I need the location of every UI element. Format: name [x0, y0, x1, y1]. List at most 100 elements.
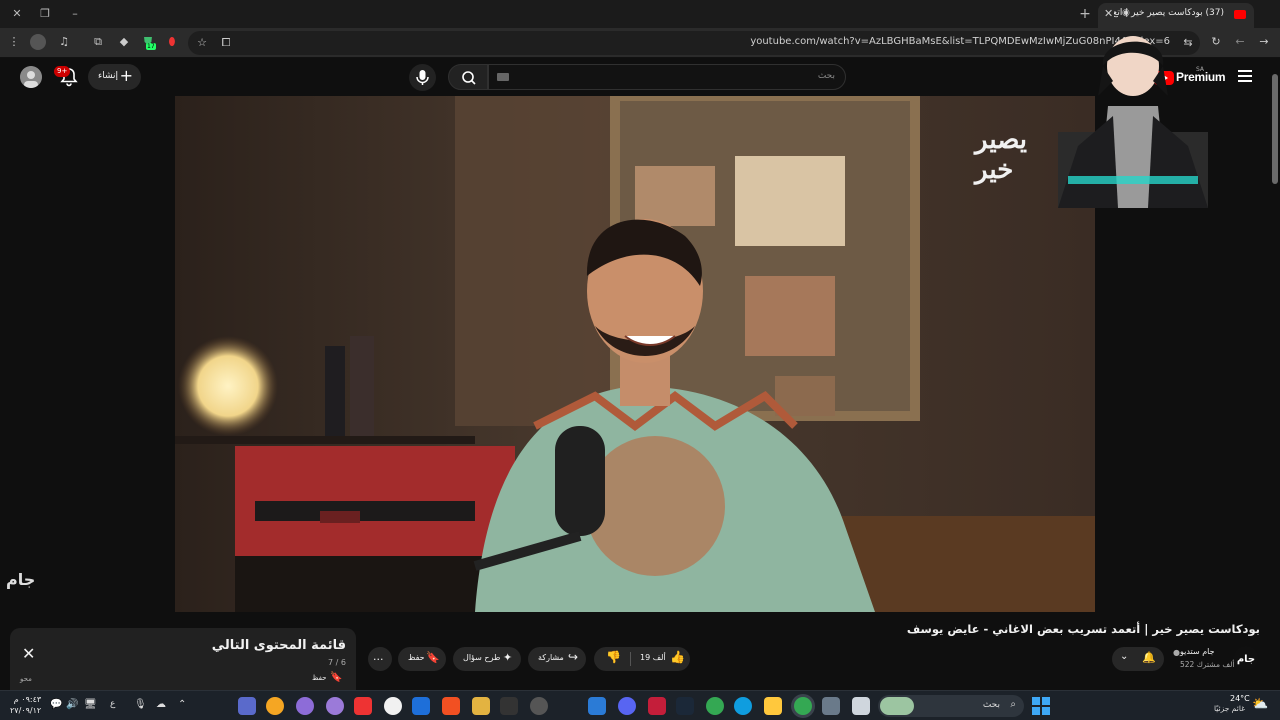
notification-badge: 9+: [54, 66, 71, 77]
share-button[interactable]: مشاركة ↪: [528, 647, 586, 671]
task-view-icon[interactable]: [852, 697, 870, 715]
volume-icon[interactable]: 🔊: [66, 699, 78, 710]
create-label: إنشاء: [98, 71, 119, 81]
new-tab-button[interactable]: +: [1076, 5, 1094, 23]
notification-tray-icon[interactable]: 💬: [50, 699, 62, 710]
weather-temperature[interactable]: 24°C: [1230, 694, 1250, 703]
dislike-button[interactable]: 👎: [594, 647, 630, 671]
omnibox[interactable]: ☆ ⧠ youtube.com/watch?v=AzLBGHBaMsE&list…: [188, 31, 1200, 55]
subscription-bell-button[interactable]: 🔔 ⌄: [1112, 647, 1164, 671]
windows-start-icon[interactable]: [1032, 697, 1050, 715]
chevron-down-icon: ⌄: [1120, 651, 1129, 662]
extensions-icon[interactable]: ⧉: [90, 34, 106, 50]
svg-text:جام: جام: [1237, 654, 1255, 665]
weather-icon[interactable]: ⛅: [1252, 697, 1268, 712]
like-button[interactable]: 19 ألف 👍: [632, 647, 690, 671]
wikipedia-icon[interactable]: [384, 697, 402, 715]
app-icon-6[interactable]: [472, 697, 490, 715]
plus-icon: +: [119, 66, 133, 85]
epic-games-icon[interactable]: [500, 697, 518, 715]
save-button[interactable]: حفظ 🔖: [398, 647, 446, 671]
more-actions-button[interactable]: ...: [368, 647, 392, 671]
close-window-icon[interactable]: ✕: [8, 5, 26, 23]
install-app-icon[interactable]: ⧠: [218, 35, 234, 51]
microsoft-store-icon[interactable]: [442, 697, 460, 715]
tab-close-icon[interactable]: ✕: [1104, 7, 1113, 20]
extension-badge: 17: [146, 43, 156, 50]
playlist-save-label[interactable]: حفظ: [312, 674, 327, 682]
verified-icon: ●: [1173, 648, 1180, 657]
restore-window-icon[interactable]: ❐: [36, 5, 54, 23]
playlist-bookmark-icon[interactable]: 🔖: [330, 672, 342, 683]
thumbs-up-icon: 👍: [670, 650, 685, 664]
playlist-count: 7 / 6: [328, 658, 346, 667]
scrollbar-thumb[interactable]: [1272, 74, 1278, 184]
playlist-title: قائمة المحتوى التالي: [211, 638, 346, 653]
minimize-window-icon[interactable]: –: [66, 5, 84, 23]
forward-icon[interactable]: ←: [1232, 34, 1248, 50]
channel-avatar[interactable]: جام: [1234, 646, 1258, 670]
like-count: 19 ألف: [640, 653, 666, 662]
chrome-active-icon[interactable]: [794, 697, 812, 715]
avatar[interactable]: [20, 66, 42, 88]
more-dots-icon: ...: [373, 650, 384, 663]
keyboard-icon[interactable]: [497, 73, 509, 81]
playlist-panel: ✕ قائمة المحتوى التالي 7 / 6 حفظ 🔖 محو: [10, 628, 356, 690]
video-title: بودكاست يصير خير | أتعمد تسريب بعض الاغا…: [906, 622, 1260, 636]
chrome-alt-icon[interactable]: [354, 697, 372, 715]
language-indicator[interactable]: ع: [110, 699, 115, 709]
back-icon[interactable]: →: [1256, 34, 1272, 50]
extension-diamond-icon[interactable]: ◆: [116, 34, 132, 50]
clock-date: ٢٧/٠٩/١٢: [10, 706, 42, 715]
onedrive-icon[interactable]: ☁: [156, 699, 166, 710]
divider: [630, 652, 631, 666]
app-icon-4[interactable]: [326, 697, 344, 715]
hamburger-menu-icon[interactable]: [1238, 70, 1252, 82]
mic-tray-icon[interactable]: 🎙: [134, 699, 147, 710]
ask-question-button[interactable]: طرح سؤال ✦: [453, 647, 521, 671]
vtuber-avatar-overlay: [1058, 36, 1208, 208]
search-button[interactable]: [448, 64, 488, 90]
app-icon-1[interactable]: [238, 697, 256, 715]
channel-stamp-logo: يصير خير: [975, 125, 1027, 185]
app-icon-8[interactable]: [648, 697, 666, 715]
app-icon-5[interactable]: [412, 697, 430, 715]
media-control-icon[interactable]: ♫: [56, 34, 72, 50]
menu-dots-icon[interactable]: ⋮: [6, 34, 22, 50]
app-icon-3[interactable]: [296, 697, 314, 715]
network-icon[interactable]: 🖥: [84, 699, 97, 710]
close-icon[interactable]: ✕: [22, 644, 35, 663]
file-explorer-icon[interactable]: [764, 697, 782, 715]
search-input[interactable]: بحث: [488, 64, 846, 90]
video-frame: [175, 96, 1095, 612]
video-player[interactable]: [175, 96, 1095, 612]
voice-search-button[interactable]: [409, 64, 436, 91]
save-label: حفظ: [408, 653, 425, 662]
playlist-clear-label[interactable]: محو: [20, 675, 32, 683]
red-extension-icon[interactable]: ⬮: [164, 34, 180, 50]
app-icon-2[interactable]: [266, 697, 284, 715]
edge-icon[interactable]: [734, 697, 752, 715]
weather-description: غائم جزئيًا: [1214, 704, 1246, 713]
ask-label: طرح سؤال: [463, 653, 501, 662]
store-bag-icon[interactable]: [822, 697, 840, 715]
bell-icon: 🔔: [1142, 651, 1156, 664]
profile-icon[interactable]: [30, 34, 46, 50]
page-scrollbar[interactable]: [1270, 58, 1280, 688]
search-icon: ⌕: [1010, 699, 1016, 710]
steam-icon[interactable]: [676, 697, 694, 715]
share-icon: ↪: [568, 650, 579, 664]
reload-icon[interactable]: ↻: [1208, 34, 1224, 50]
browser-tab[interactable]: ✕ ◉ (37) بودكاست يصير خير | أتع...: [1098, 3, 1254, 28]
discord-icon[interactable]: [618, 697, 636, 715]
show-hidden-icons[interactable]: ⌃: [178, 699, 186, 710]
mail-icon[interactable]: [588, 697, 606, 715]
chrome-icon[interactable]: [706, 697, 724, 715]
taskbar-clock[interactable]: ٠٩:٤٣ م ٢٧/٠٩/١٢: [10, 694, 41, 716]
bookmark-star-icon[interactable]: ☆: [194, 35, 210, 51]
app-icon-7[interactable]: [530, 697, 548, 715]
taskbar-search[interactable]: بحث ⌕: [878, 695, 1024, 717]
search-placeholder: بحث: [817, 71, 835, 81]
create-button[interactable]: إنشاء +: [88, 64, 141, 90]
channel-name[interactable]: جام ستديو: [1180, 647, 1215, 656]
